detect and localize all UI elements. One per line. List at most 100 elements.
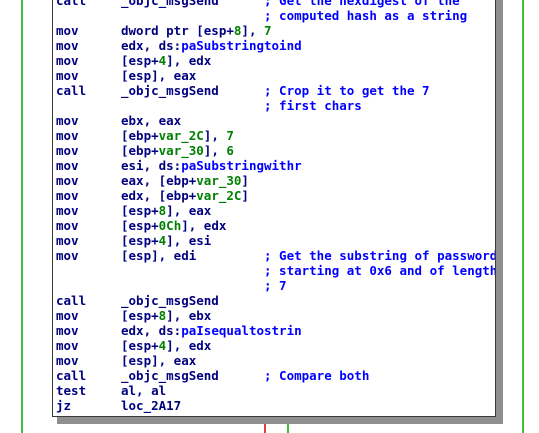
- operand-sym[interactable]: paSubstringtoind: [181, 38, 301, 53]
- instruction-operands[interactable]: [ebp+var_2C], 7: [121, 128, 234, 143]
- operand-sym[interactable]: paIsequaltostrin: [181, 323, 301, 338]
- operand-text: _objc_msgSend: [121, 293, 219, 308]
- instruction-operands[interactable]: [esp+4], edx: [121, 338, 211, 353]
- operand-text: dword ptr [esp+: [121, 23, 234, 38]
- instruction-operands[interactable]: _objc_msgSend: [121, 83, 219, 98]
- operand-text: edx, [ebp+: [121, 188, 197, 203]
- instruction-mnemonic[interactable]: mov: [56, 188, 79, 203]
- instruction-operands[interactable]: ebx, eax: [121, 113, 181, 128]
- operand-text: ], edx: [166, 338, 212, 353]
- operand-text: [esp+: [121, 203, 159, 218]
- operand-sym[interactable]: paSubstringwithr: [181, 158, 301, 173]
- operand-text: edx, ds:: [121, 323, 182, 338]
- operand-var[interactable]: var_30: [196, 173, 241, 188]
- instruction-mnemonic[interactable]: call: [56, 0, 86, 8]
- instruction-mnemonic[interactable]: mov: [56, 248, 79, 263]
- operand-text: loc_2A17: [121, 398, 182, 413]
- operand-text: ],: [203, 143, 227, 158]
- instruction-operands[interactable]: edx, ds:paSubstringtoind: [121, 38, 302, 53]
- operand-text: ], edx: [181, 218, 227, 233]
- code-block[interactable]: call _objc_msgSend ; Get the hexdigest of …: [52, 0, 496, 417]
- operand-text: [esp+: [121, 308, 159, 323]
- instruction-operands[interactable]: eax, [ebp+var_30]: [121, 173, 249, 188]
- instruction-mnemonic[interactable]: call: [56, 83, 86, 98]
- operand-text: [ebp+: [121, 128, 159, 143]
- instruction-operands[interactable]: loc_2A17: [121, 398, 181, 413]
- operand-var[interactable]: var_30: [159, 143, 204, 158]
- instruction-operands[interactable]: [esp+4], edx: [121, 53, 211, 68]
- instruction-operands[interactable]: [esp], eax: [121, 353, 196, 368]
- operand-text: ],: [203, 128, 227, 143]
- instruction-operands[interactable]: [esp], eax: [121, 68, 196, 83]
- instruction-mnemonic[interactable]: mov: [56, 323, 79, 338]
- instruction-comment: ; first chars: [264, 98, 362, 113]
- instruction-comment: ; starting at 0x6 and of length: [264, 263, 496, 278]
- operand-var[interactable]: var_2C: [196, 188, 241, 203]
- instruction-mnemonic[interactable]: mov: [56, 173, 79, 188]
- graph-edge-right: [522, 0, 524, 433]
- operand-text: ], edx: [166, 53, 212, 68]
- instruction-operands[interactable]: [esp+0Ch], edx: [121, 218, 226, 233]
- instruction-operands[interactable]: [ebp+var_30], 6: [121, 143, 234, 158]
- instruction-mnemonic[interactable]: mov: [56, 23, 79, 38]
- instruction-mnemonic[interactable]: mov: [56, 218, 79, 233]
- instruction-mnemonic[interactable]: mov: [56, 68, 79, 83]
- operand-num[interactable]: 7: [264, 23, 272, 38]
- instruction-mnemonic[interactable]: mov: [56, 158, 79, 173]
- operand-text: [ebp+: [121, 143, 159, 158]
- operand-text: ], eax: [166, 203, 212, 218]
- operand-var[interactable]: var_2C: [159, 128, 204, 143]
- instruction-mnemonic[interactable]: mov: [56, 338, 79, 353]
- instruction-mnemonic[interactable]: mov: [56, 38, 79, 53]
- instruction-mnemonic[interactable]: mov: [56, 143, 79, 158]
- operand-text: eax, [ebp+: [121, 173, 197, 188]
- instruction-operands[interactable]: _objc_msgSend: [121, 293, 219, 308]
- operand-text: [esp+: [121, 218, 159, 233]
- instruction-comment: ; Get the substring of password: [264, 248, 496, 263]
- instruction-operands[interactable]: [esp+8], eax: [121, 203, 211, 218]
- operand-text: edx, ds:: [121, 38, 182, 53]
- operand-text: [esp], eax: [121, 353, 197, 368]
- instruction-mnemonic[interactable]: mov: [56, 128, 79, 143]
- instruction-mnemonic[interactable]: mov: [56, 353, 79, 368]
- operand-text: [esp+: [121, 338, 159, 353]
- instruction-operands[interactable]: [esp+4], esi: [121, 233, 211, 248]
- instruction-mnemonic[interactable]: mov: [56, 53, 79, 68]
- graph-canvas[interactable]: call _objc_msgSend ; Get the hexdigest of …: [0, 0, 539, 433]
- operand-text: ], esi: [166, 233, 212, 248]
- operand-text: [esp], eax: [121, 68, 197, 83]
- operand-text: _objc_msgSend: [121, 0, 219, 8]
- operand-text: ]: [241, 188, 249, 203]
- operand-text: esi, ds:: [121, 158, 182, 173]
- instruction-mnemonic[interactable]: test: [56, 383, 86, 398]
- instruction-operands[interactable]: _objc_msgSend: [121, 0, 219, 8]
- instruction-mnemonic[interactable]: call: [56, 293, 86, 308]
- instruction-comment: ; Compare both: [264, 368, 370, 383]
- instruction-operands[interactable]: edx, ds:paIsequaltostrin: [121, 323, 302, 338]
- operand-text: al, al: [121, 383, 167, 398]
- instruction-mnemonic[interactable]: mov: [56, 203, 79, 218]
- operand-text: _objc_msgSend: [121, 368, 219, 383]
- instruction-mnemonic[interactable]: jz: [56, 398, 71, 413]
- instruction-operands[interactable]: al, al: [121, 383, 166, 398]
- instruction-operands[interactable]: esi, ds:paSubstringwithr: [121, 158, 302, 173]
- operand-num[interactable]: 6: [226, 143, 234, 158]
- operand-text: [esp+: [121, 233, 159, 248]
- instruction-mnemonic[interactable]: mov: [56, 233, 79, 248]
- operand-text: [esp], edi: [121, 248, 197, 263]
- operand-num[interactable]: 0Ch: [159, 218, 182, 233]
- operand-text: ], ebx: [166, 308, 212, 323]
- instruction-comment: ; Get the hexdigest of the: [264, 0, 460, 8]
- instruction-mnemonic[interactable]: call: [56, 368, 86, 383]
- instruction-operands[interactable]: edx, [ebp+var_2C]: [121, 188, 249, 203]
- instruction-operands[interactable]: dword ptr [esp+8], 7: [121, 23, 272, 38]
- instruction-mnemonic[interactable]: mov: [56, 113, 79, 128]
- operand-text: ebx, eax: [121, 113, 182, 128]
- instruction-operands[interactable]: _objc_msgSend: [121, 368, 219, 383]
- instruction-operands[interactable]: [esp], edi: [121, 248, 196, 263]
- instruction-mnemonic[interactable]: mov: [56, 308, 79, 323]
- operand-text: [esp+: [121, 53, 159, 68]
- instruction-comment: ; computed hash as a string: [264, 8, 468, 23]
- operand-num[interactable]: 7: [226, 128, 234, 143]
- instruction-operands[interactable]: [esp+8], ebx: [121, 308, 211, 323]
